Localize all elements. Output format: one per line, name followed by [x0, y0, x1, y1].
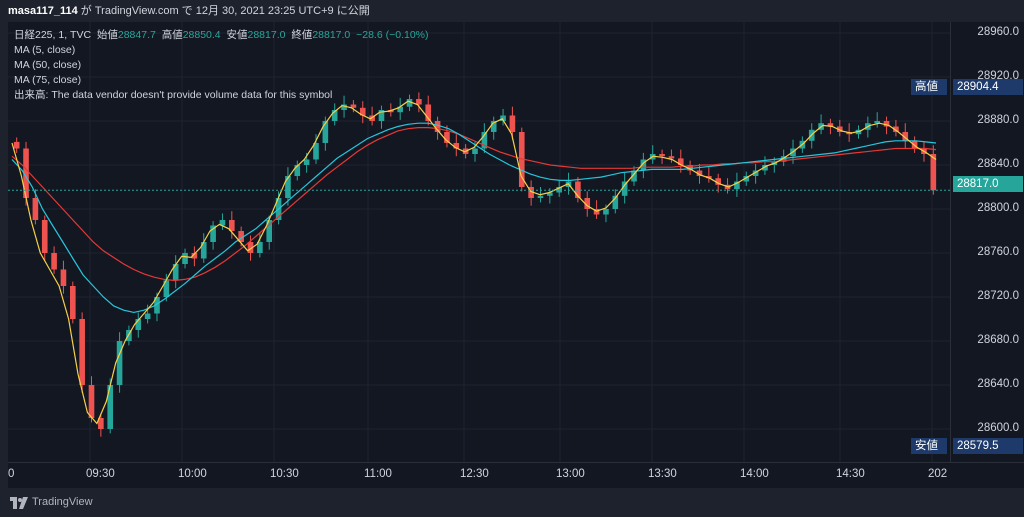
time-label: 09:30 [86, 468, 115, 480]
publish-header: masa117_114 が TradingView.com で 12月 30, … [0, 0, 1024, 22]
candle-body [303, 159, 310, 165]
time-label: 10:30 [270, 468, 299, 480]
time-label: 14:30 [836, 468, 865, 480]
price-tick: 28720.0 [977, 290, 1019, 302]
time-label: 202 [928, 468, 948, 480]
price-tick: 28800.0 [977, 202, 1019, 214]
time-label: 13:30 [648, 468, 677, 480]
candle-body [285, 176, 291, 198]
candle-body [60, 269, 67, 286]
high-tag-label: 高値 [911, 79, 947, 95]
legend-low-label: 安値 [226, 29, 248, 41]
price-tick: 28880.0 [977, 114, 1019, 126]
legend-open-label: 始値 [96, 29, 118, 41]
time-label: 13:00 [556, 468, 585, 480]
candle-body [472, 148, 478, 154]
legend-symbol: 日経225, 1, TVC [14, 29, 92, 41]
high-tag-value: 28904.4 [953, 79, 1023, 95]
legend-high-label: 高値 [161, 29, 183, 41]
time-label: 12:30 [460, 468, 489, 480]
legend-open: 28847.7 [117, 29, 156, 41]
tradingview-frame: masa117_114 が TradingView.com で 12月 30, … [0, 0, 1024, 517]
candle-body [116, 341, 123, 385]
candle-body [41, 220, 48, 253]
low-tag-label: 安値 [911, 438, 947, 454]
footer: TradingView [0, 488, 1024, 517]
candle-body [144, 313, 151, 319]
candle-body [69, 286, 76, 319]
legend-ma5[interactable]: MA (5, close) [14, 43, 429, 58]
legend-ohlc-row[interactable]: 日経225, 1, TVC 始値28847.7 高値28850.4 安値2881… [14, 28, 429, 43]
price-tick: 28680.0 [977, 334, 1019, 346]
legend-volume-note: 出来高: The data vendor doesn't provide vol… [14, 89, 333, 101]
time-label: 0 [8, 468, 15, 480]
legend-low: 28817.0 [247, 29, 286, 41]
candle-body [603, 209, 609, 215]
candle-body [32, 198, 39, 220]
low-tag-value: 28579.5 [953, 438, 1023, 454]
candle-body [51, 253, 57, 270]
last-price-tag: 28817.0 [953, 176, 1023, 192]
candle-body [88, 385, 95, 418]
time-label: 14:00 [740, 468, 769, 480]
chart-pane[interactable]: 日経225, 1, TVC 始値28847.7 高値28850.4 安値2881… [8, 22, 950, 462]
time-scale[interactable]: 0 09:30 10:00 10:30 11:00 12:30 13:00 13… [8, 462, 1024, 489]
candle-body [659, 154, 665, 157]
legend-close: 28817.0 [312, 29, 351, 41]
legend-ma75[interactable]: MA (75, close) [14, 73, 429, 88]
price-tick: 28760.0 [977, 246, 1019, 258]
price-tick: 28960.0 [977, 26, 1019, 38]
footer-brand[interactable]: TradingView [32, 496, 93, 508]
price-scale[interactable]: 28960.0 28920.0 28880.0 28840.0 28800.0 28760… [911, 22, 1024, 462]
time-label: 10:00 [178, 468, 207, 480]
legend-high: 28850.4 [182, 29, 221, 41]
candle-body [537, 195, 544, 198]
price-tick: 28600.0 [977, 422, 1019, 434]
candle-body [668, 156, 675, 159]
price-tick: 28840.0 [977, 158, 1019, 170]
candle-body [182, 253, 188, 264]
legend-ma50[interactable]: MA (50, close) [14, 58, 429, 73]
price-tick: 28640.0 [977, 378, 1019, 390]
publish-info: が TradingView.com で 12月 30, 2021 23:25 U… [77, 5, 370, 17]
candle-body [79, 319, 85, 385]
time-label: 11:00 [364, 468, 392, 480]
tradingview-logo-icon[interactable] [10, 497, 28, 509]
author-name[interactable]: masa117_114 [8, 5, 78, 17]
candle-body [13, 141, 20, 149]
legend: 日経225, 1, TVC 始値28847.7 高値28850.4 安値2881… [14, 28, 429, 103]
legend-change: −28.6 (−0.10%) [356, 29, 429, 41]
legend-close-label: 終値 [291, 29, 313, 41]
candle-body [509, 115, 516, 132]
